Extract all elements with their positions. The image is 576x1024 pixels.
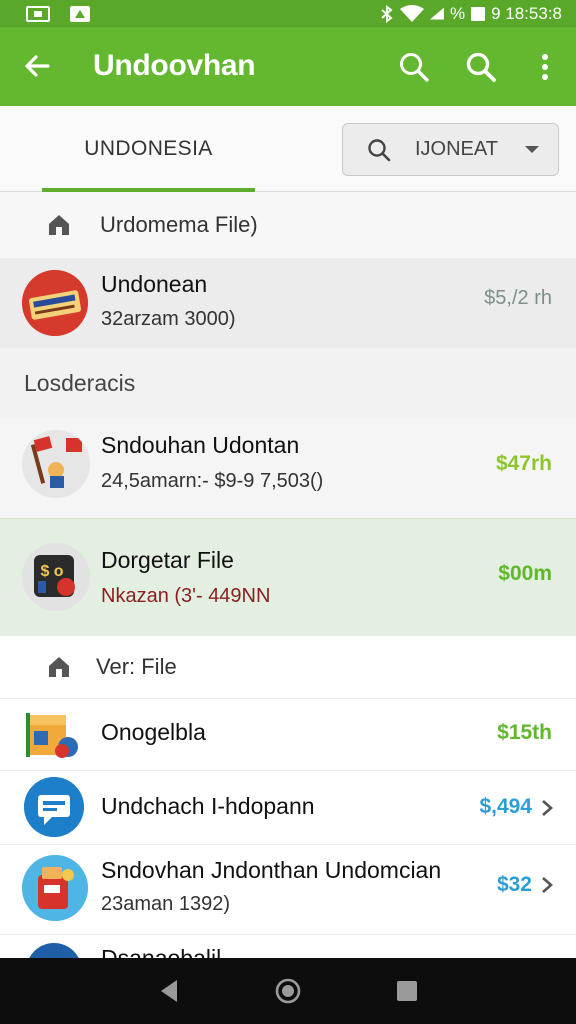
chevron-right-icon[interactable] — [540, 798, 554, 818]
app-bar: Undoovhan — [0, 27, 576, 106]
photo-icon — [26, 5, 50, 22]
list-item[interactable]: Onogelbla $15th — [0, 698, 576, 770]
battery-icon — [471, 6, 486, 21]
item-title: Undchach I-hdopann — [101, 793, 315, 819]
search-icon[interactable] — [396, 49, 432, 85]
status-time: 9 18:53:8 — [491, 3, 562, 23]
section-title: Losderacis — [24, 369, 136, 396]
item-price: $47rh — [495, 452, 552, 475]
list-item[interactable]: Sndovhan Jndonthan Undomcian 23aman 1392… — [0, 844, 576, 934]
app-title: Undoovhan — [93, 49, 256, 82]
search-dropdown-value: IJONEAT — [415, 138, 498, 160]
chevron-down-icon — [525, 146, 539, 153]
home-icon — [49, 657, 69, 677]
item-price: $5,/2 rh — [484, 287, 552, 309]
list-item[interactable]: Undonean 32arzam 3000) $5,/2 rh — [0, 258, 576, 348]
system-nav-bar — [0, 958, 576, 1024]
list-item[interactable]: Sndouhan Udontan 24,5amarn:- $9-9 7,503(… — [0, 418, 576, 518]
item-title: Sndouhan Udontan — [101, 432, 300, 458]
content-list[interactable]: Urdomema File) Undonean 32arzam 3000) $5… — [0, 192, 576, 958]
status-bar: % 9 18:53:8 — [0, 0, 576, 27]
item-title: Dsanaobalil — [101, 945, 222, 958]
home-icon — [49, 215, 69, 235]
item-title: Onogelbla — [101, 719, 206, 745]
dollar-box-icon: $ o — [22, 543, 90, 611]
list-item[interactable]: Undchach I-hdopann $,494 — [0, 770, 576, 844]
tab-undonesia[interactable]: UNDONESIA — [42, 106, 255, 192]
item-title: Undonean — [101, 271, 208, 297]
item-subtitle: Nkazan (3'- 449NN — [101, 585, 271, 607]
list-item[interactable]: Dsanaobalil — [0, 934, 576, 958]
chevron-right-icon[interactable] — [540, 875, 554, 895]
section-title: Ver: File — [96, 654, 177, 679]
wifi-icon — [399, 4, 424, 22]
back-triangle-icon[interactable] — [157, 978, 181, 1004]
shopping-bag-icon — [22, 855, 88, 921]
section-header-ver-file: Ver: File — [0, 636, 576, 698]
home-circle-icon[interactable] — [274, 977, 302, 1005]
signal-icon — [429, 7, 444, 20]
item-title: Sndovhan Jndonthan Undomcian — [101, 857, 442, 883]
item-price: $00m — [498, 562, 552, 585]
bluetooth-icon — [381, 4, 393, 23]
item-subtitle: 24,5amarn:- $9-9 7,503() — [101, 470, 324, 492]
back-arrow-icon[interactable] — [22, 51, 52, 81]
item-price: $32 — [496, 873, 532, 896]
battery-percent: % — [449, 3, 466, 23]
list-item-selected[interactable]: $ o Dorgetar File Nkazan (3'- 449NN $00m — [0, 518, 576, 636]
search-icon — [368, 138, 391, 161]
chat-bubble-icon — [24, 777, 84, 837]
section-title: Urdomema File) — [100, 212, 258, 237]
item-price: $15th — [497, 721, 552, 744]
partial-avatar-icon — [26, 943, 82, 958]
flags-icon — [22, 430, 90, 498]
item-subtitle: 23aman 1392) — [101, 893, 230, 915]
status-right: % 9 18:53:8 — [380, 4, 562, 24]
item-subtitle: 32arzam 3000) — [101, 308, 236, 330]
recents-square-icon[interactable] — [395, 979, 419, 1003]
tab-row: UNDONESIA IJONEAT — [0, 106, 576, 192]
more-vert-icon[interactable] — [527, 49, 563, 85]
red-badge-icon — [22, 270, 88, 336]
section-header-files: Urdomema File) — [0, 192, 576, 258]
item-price: $,494 — [479, 795, 532, 818]
package-box-icon — [22, 705, 82, 765]
search-icon[interactable] — [463, 49, 499, 85]
drive-icon — [70, 5, 90, 22]
search-dropdown[interactable]: IJONEAT — [342, 123, 559, 176]
svg-text:$ o: $ o — [40, 563, 63, 580]
section-header-losderacis: Losderacis — [0, 348, 576, 418]
status-left-icons — [26, 5, 90, 22]
item-title: Dorgetar File — [101, 547, 234, 573]
